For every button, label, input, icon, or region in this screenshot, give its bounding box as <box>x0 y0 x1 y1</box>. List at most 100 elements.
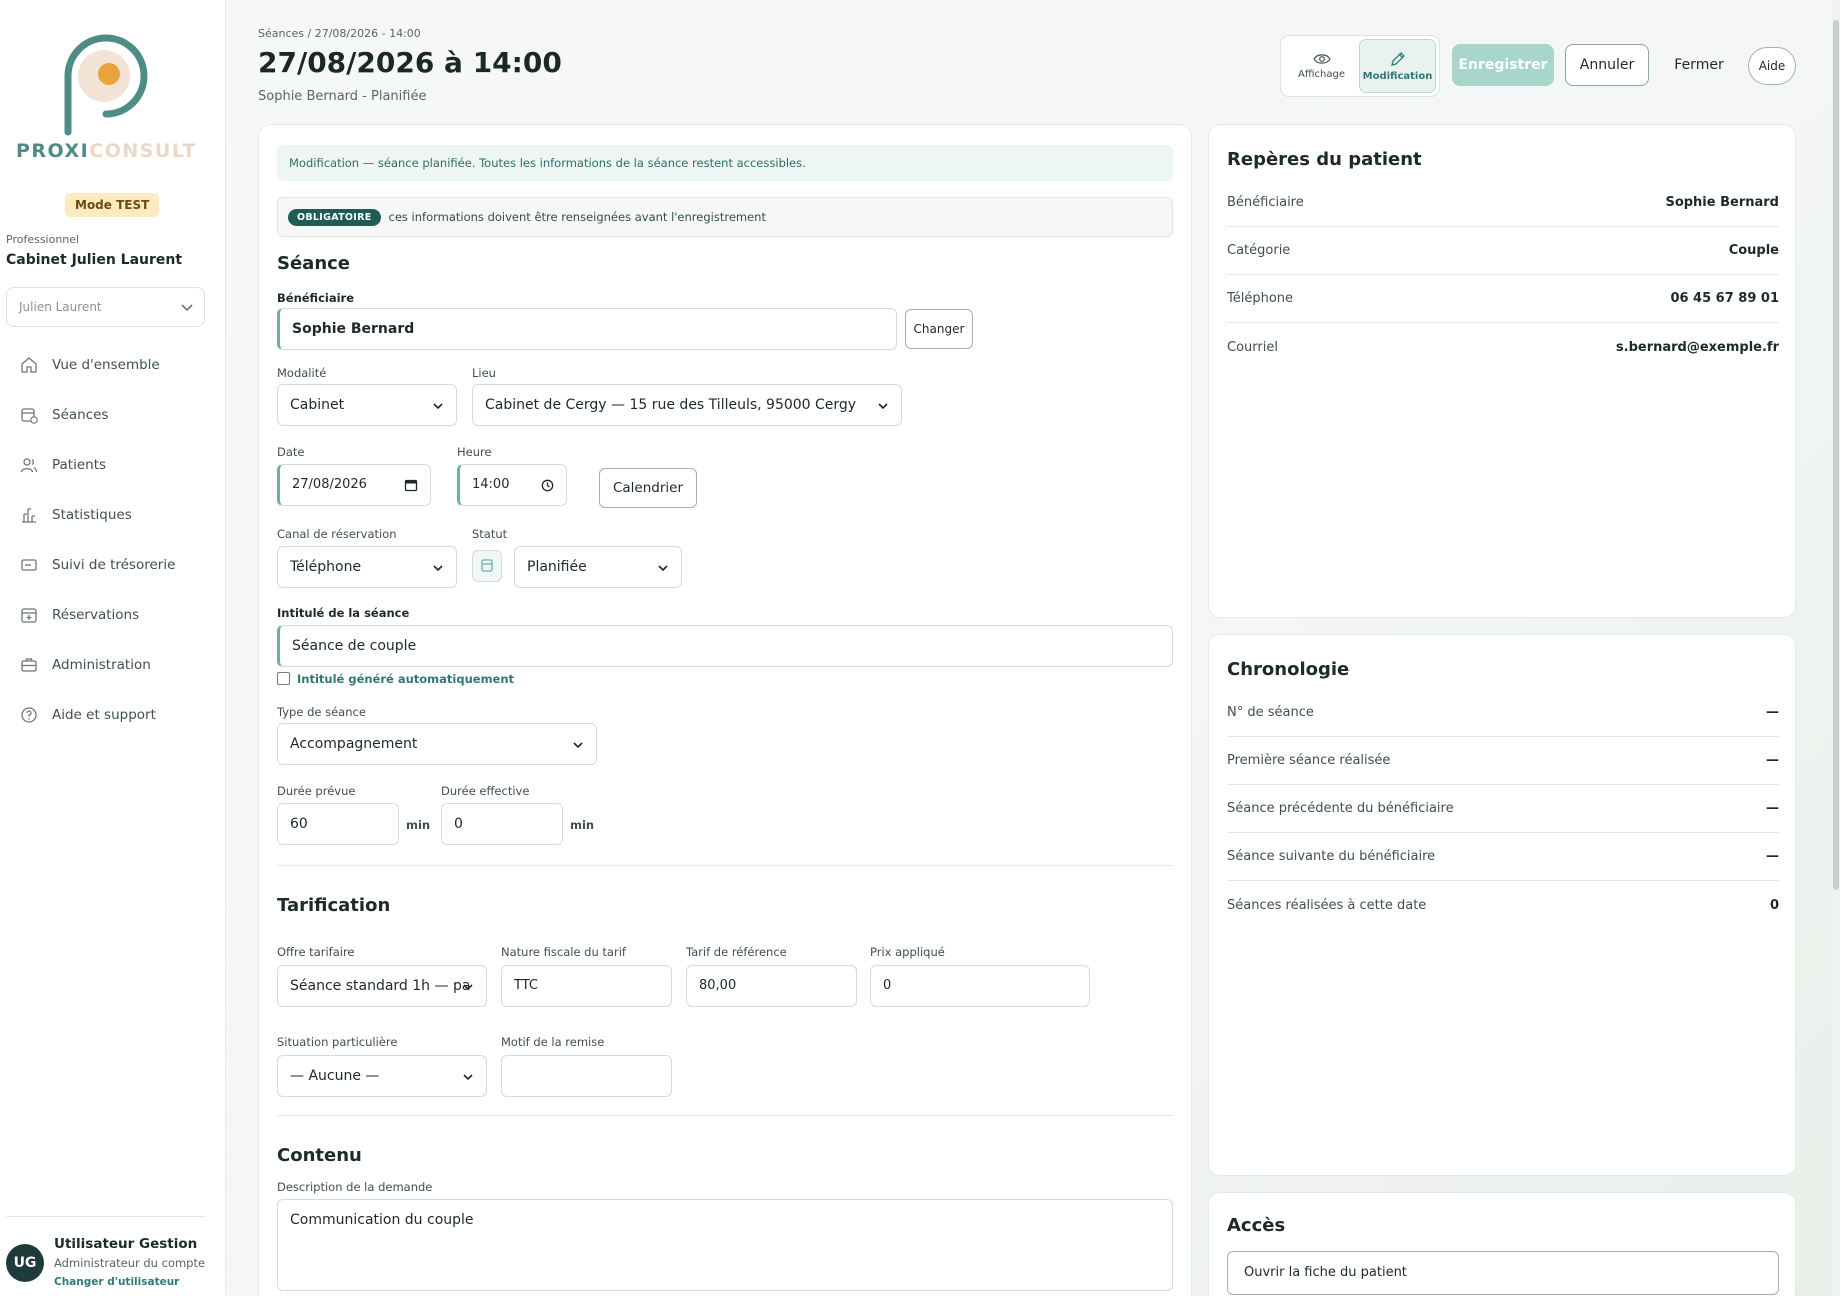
kv-value: Sophie Bernard <box>1665 195 1779 210</box>
price-offer-label: Offre tarifaire <box>277 945 355 959</box>
beneficiary-field[interactable]: Sophie Bernard <box>277 308 897 350</box>
booking-channel-select[interactable]: Téléphone <box>277 546 457 588</box>
section-title-content: Contenu <box>277 1145 362 1166</box>
professional-label: Professionnel <box>6 233 80 246</box>
kv-key: Bénéficiaire <box>1227 195 1304 210</box>
edit-info-banner: Modification — séance planifiée. Toutes … <box>277 145 1173 181</box>
calendar-plus-icon <box>21 608 37 623</box>
brand-logo: PROXICONSULT <box>16 24 195 169</box>
sidebar-item-overview[interactable]: Vue d'ensemble <box>0 340 226 390</box>
planned-duration-field[interactable]: 60 <box>277 803 399 845</box>
request-description-label: Description de la demande <box>277 1180 433 1194</box>
section-divider <box>277 865 1173 866</box>
view-mode-button[interactable]: Affichage <box>1284 39 1359 93</box>
calendar-button[interactable]: Calendrier <box>599 468 697 508</box>
help-circle-icon <box>21 707 37 723</box>
chevron-down-icon <box>463 1074 473 1081</box>
help-button[interactable]: Aide <box>1748 47 1796 85</box>
status-select[interactable]: Planifiée <box>514 546 682 588</box>
effective-duration-field[interactable]: 0 <box>441 803 563 845</box>
planned-duration-unit: min <box>406 818 431 832</box>
switch-user-link[interactable]: Changer d'utilisateur <box>54 1276 179 1288</box>
channel-label: Canal de réservation <box>277 527 397 541</box>
save-button[interactable]: Enregistrer <box>1452 44 1554 86</box>
kv-key: Téléphone <box>1227 291 1294 306</box>
kv-row: Séances réalisées à cette date 0 <box>1227 881 1779 929</box>
place-select[interactable]: Cabinet de Cergy — 15 rue des Tilleuls, … <box>472 384 902 426</box>
sidebar-item-treasury[interactable]: Suivi de trésorerie <box>0 540 226 590</box>
close-button[interactable]: Fermer <box>1660 44 1738 86</box>
sidebar-item-statistics[interactable]: Statistiques <box>0 490 226 540</box>
patient-info-title: Repères du patient <box>1227 149 1422 170</box>
tax-nature-label: Nature fiscale du tarif <box>501 945 626 959</box>
chevron-down-icon <box>573 742 583 749</box>
required-legend: OBLIGATOIRE ces informations doivent êtr… <box>277 197 1173 237</box>
kv-key: Catégorie <box>1227 243 1291 258</box>
time-value: 14:00 <box>472 477 510 492</box>
session-title-field[interactable]: Séance de couple <box>277 625 1173 667</box>
kv-value: s.bernard@exemple.fr <box>1615 339 1779 355</box>
session-type-select[interactable]: Accompagnement <box>277 723 597 765</box>
chevron-down-icon <box>181 304 193 312</box>
required-legend-text: ces informations doivent être renseignée… <box>388 210 766 224</box>
view-mode-label: Affichage <box>1298 68 1345 80</box>
booking-channel-value: Téléphone <box>290 559 362 575</box>
sidebar-item-patients[interactable]: Patients <box>0 440 226 490</box>
price-offer-select[interactable]: Séance standard 1h — pa <box>277 965 487 1007</box>
sidebar-item-label: Séances <box>52 407 109 423</box>
kv-key: N° de séance <box>1227 705 1314 720</box>
sidebar-item-label: Aide et support <box>52 707 156 723</box>
practitioner-select[interactable]: Julien Laurent <box>6 287 205 327</box>
auto-title-checkbox[interactable] <box>277 672 290 685</box>
cancel-button[interactable]: Annuler <box>1565 44 1649 86</box>
timeline-title: Chronologie <box>1227 659 1350 680</box>
request-description-textarea[interactable]: Communication du couple <box>277 1199 1173 1291</box>
time-field[interactable]: 14:00 <box>457 464 567 506</box>
place-value: Cabinet de Cergy — 15 rue des Tilleuls, … <box>485 397 857 413</box>
auto-title-label[interactable]: Intitulé généré automatiquement <box>297 672 514 686</box>
kv-row: Séance précédente du bénéficiaire — <box>1227 785 1779 833</box>
place-label: Lieu <box>472 366 496 380</box>
scrollbar-thumb[interactable] <box>1833 20 1839 890</box>
reference-price-field[interactable]: 80,00 <box>686 965 857 1007</box>
calendar-clock-icon <box>21 408 38 424</box>
kv-value: 06 45 67 89 01 <box>1670 291 1779 306</box>
applied-price-field[interactable]: 0 <box>870 965 1090 1007</box>
clock-icon <box>541 479 554 492</box>
sidebar-item-label: Suivi de trésorerie <box>52 557 176 573</box>
price-offer-value: Séance standard 1h — pa <box>290 978 471 994</box>
sidebar-item-sessions[interactable]: Séances <box>0 390 226 440</box>
edit-mode-button[interactable]: Modification <box>1359 39 1436 93</box>
date-field[interactable]: 27/08/2026 <box>277 464 431 506</box>
change-beneficiary-button[interactable]: Changer <box>905 309 973 349</box>
modality-label: Modalité <box>277 366 327 380</box>
effective-duration-unit: min <box>570 818 595 832</box>
page-scrollbar[interactable] <box>1832 0 1840 1296</box>
special-situation-label: Situation particulière <box>277 1035 398 1049</box>
sidebar-item-bookings[interactable]: Réservations <box>0 590 226 640</box>
chevron-down-icon <box>463 984 473 991</box>
kv-row: N° de séance — <box>1227 689 1779 737</box>
briefcase-icon <box>21 658 37 672</box>
sidebar-item-administration[interactable]: Administration <box>0 640 226 690</box>
date-label: Date <box>277 445 305 459</box>
bar-chart-icon <box>22 508 36 523</box>
sidebar-item-label: Administration <box>52 657 151 673</box>
sidebar-item-label: Réservations <box>52 607 140 623</box>
avatar[interactable]: UG <box>6 1244 44 1282</box>
kv-row: Première séance réalisée — <box>1227 737 1779 785</box>
page-subtitle: Sophie Bernard - Planifiée <box>258 89 427 104</box>
discount-reason-field[interactable] <box>501 1055 672 1097</box>
kv-key: Séance précédente du bénéficiaire <box>1227 801 1454 816</box>
special-situation-select[interactable]: — Aucune — <box>277 1055 487 1097</box>
calendar-icon <box>404 479 418 492</box>
kv-row: Courriel s.bernard@exemple.fr <box>1227 323 1779 371</box>
sidebar-item-help[interactable]: Aide et support <box>0 690 226 740</box>
modality-select[interactable]: Cabinet <box>277 384 457 426</box>
tax-nature-field[interactable]: TTC <box>501 965 672 1007</box>
sidebar-nav: Vue d'ensemble Séances Patients Statisti… <box>0 340 226 740</box>
kv-key: Séances réalisées à cette date <box>1227 897 1427 913</box>
session-type-label: Type de séance <box>277 705 366 719</box>
open-patient-button[interactable]: Ouvrir la fiche du patient <box>1227 1251 1779 1295</box>
breadcrumb[interactable]: Séances / 27/08/2026 - 14:00 <box>258 27 421 40</box>
